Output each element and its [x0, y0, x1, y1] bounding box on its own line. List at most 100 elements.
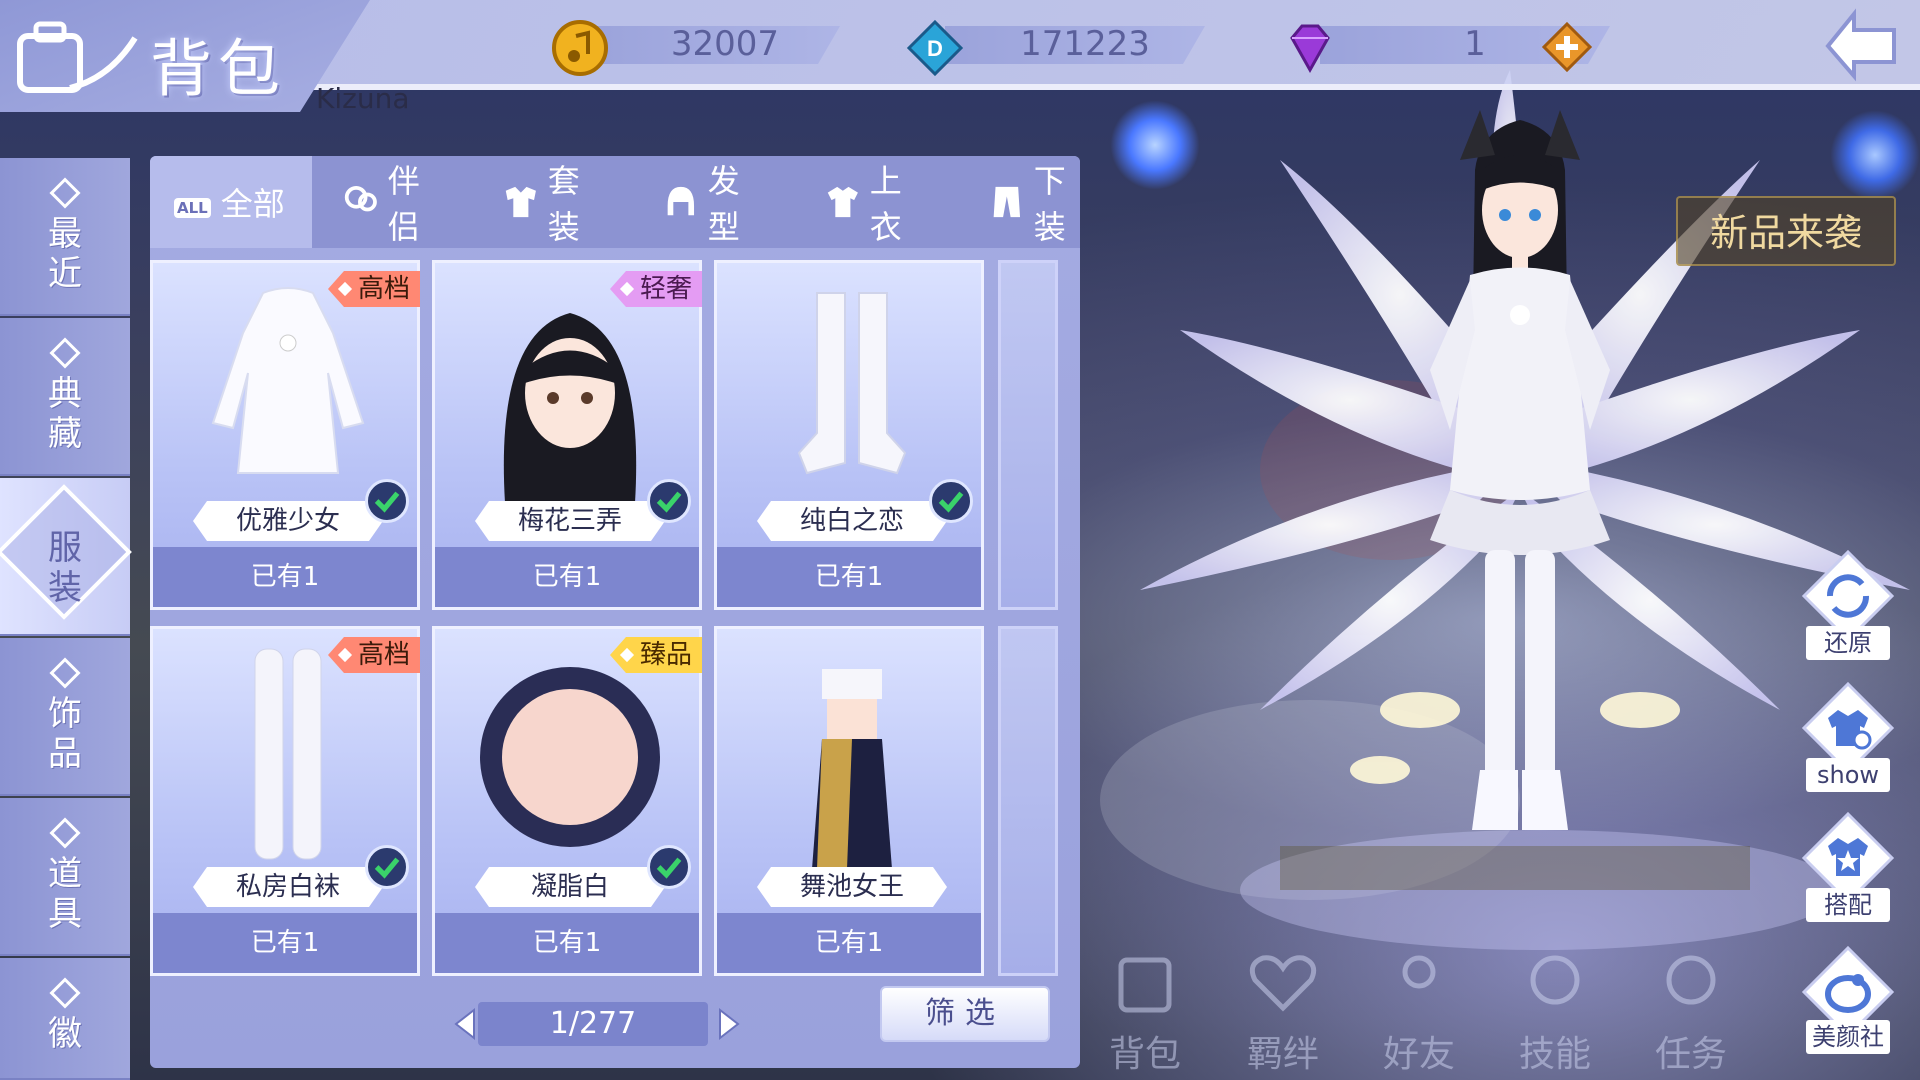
- currency-gems[interactable]: 1: [1280, 18, 1610, 74]
- inventory-panel: ALL 全部 伴侣 套装 发型 上衣 下装 高档 优雅少女 已有1 轻奢 梅花三…: [150, 156, 1080, 1068]
- coin-amount: 32007: [670, 24, 780, 64]
- character-body: [1430, 110, 1610, 830]
- equipped-check-icon: [647, 479, 691, 523]
- tab-label: 上衣: [869, 162, 902, 246]
- sidebar-item-props[interactable]: 道具: [0, 798, 130, 956]
- owned-count: 已有1: [717, 547, 981, 607]
- tab-bottom[interactable]: 下装: [964, 156, 1080, 248]
- tab-companion[interactable]: 伴侣: [318, 156, 448, 248]
- next-item-peek: [998, 626, 1058, 976]
- boots-thumbnail: [797, 292, 907, 475]
- friends-icon: [1402, 955, 1436, 989]
- item-card[interactable]: 舞池女王 已有1: [714, 626, 984, 976]
- tab-label: 发型: [707, 162, 740, 246]
- bottom-nav-label: 羁绊: [1246, 1034, 1319, 1075]
- sidebar-item-label: 徽: [48, 1014, 82, 1054]
- skin-tone-thumbnail: [480, 667, 660, 847]
- suit-icon: [505, 186, 536, 218]
- rarity-tag: 臻品: [609, 637, 702, 673]
- owned-count: 已有1: [153, 547, 417, 607]
- tab-all[interactable]: ALL 全部: [150, 156, 312, 248]
- diamond-icon: [49, 977, 81, 1009]
- bottom-nav-label: 好友: [1382, 1034, 1455, 1075]
- sidebar-item-label: 饰品: [48, 694, 82, 774]
- bottom-nav-label: 背包: [1108, 1034, 1181, 1075]
- svg-text:D: D: [927, 36, 943, 61]
- sidebar-item-clothing[interactable]: 服装: [0, 478, 132, 636]
- diamond-icon: [49, 657, 81, 689]
- dress-thumbnail: [211, 287, 365, 474]
- item-card[interactable]: 纯白之恋 已有1: [714, 260, 984, 610]
- bottom-nav-label: 任务: [1654, 1034, 1727, 1075]
- currency-coins[interactable]: 32007: [550, 18, 850, 76]
- next-item-peek: [998, 260, 1058, 610]
- item-name: 优雅少女: [193, 501, 383, 541]
- equipped-check-icon: [365, 479, 409, 523]
- pants-icon: [993, 186, 1021, 218]
- tab-bar: ALL 全部 伴侣 套装 发型 上衣 下装: [150, 156, 1080, 248]
- sidebar-item-label: 服装: [48, 528, 82, 608]
- equipped-check-icon: [647, 845, 691, 889]
- sidebar-item-collection[interactable]: 典藏: [0, 318, 130, 476]
- hairstyle-icon: [667, 186, 695, 216]
- tasks-icon: [1666, 955, 1716, 1005]
- purple-gem-icon: [1290, 24, 1330, 74]
- equipped-check-icon: [365, 845, 409, 889]
- item-name: 舞池女王: [757, 867, 947, 907]
- tab-label: 下装: [1033, 162, 1066, 246]
- bottom-nav-tasks[interactable]: 任务: [1636, 946, 1746, 1075]
- item-name: 梅花三弄: [475, 501, 665, 541]
- bottom-nav-bond[interactable]: 羁绊: [1228, 946, 1338, 1075]
- sidebar-item-label: 道具: [48, 854, 82, 934]
- player-name: Kizuna: [316, 82, 410, 115]
- item-card[interactable]: 高档 私房白袜 已有1: [150, 626, 420, 976]
- sidebar-item-badges[interactable]: 徽: [0, 958, 130, 1080]
- sidebar-item-recent[interactable]: 最近: [0, 158, 130, 316]
- owned-count: 已有1: [153, 913, 417, 973]
- page-title: 背包: [150, 32, 287, 105]
- add-currency-icon[interactable]: [1542, 22, 1592, 72]
- bottom-nav-friends[interactable]: 好友: [1364, 946, 1474, 1075]
- bottom-nav-bag[interactable]: 背包: [1090, 946, 1200, 1075]
- heart-icon: [1249, 955, 1317, 1012]
- owned-count: 已有1: [435, 913, 699, 973]
- diamond-icon: [49, 177, 81, 209]
- currency-diamonds[interactable]: D 171223: [905, 18, 1205, 77]
- item-name: 凝脂白: [475, 867, 665, 907]
- sidebar-item-accessories[interactable]: 饰品: [0, 638, 130, 796]
- filter-button[interactable]: 筛选: [880, 986, 1050, 1042]
- next-page-button[interactable]: [706, 1004, 746, 1044]
- show-button[interactable]: show: [1796, 680, 1900, 792]
- item-card[interactable]: 高档 优雅少女 已有1: [150, 260, 420, 610]
- beauty-club-button[interactable]: 美颜社: [1796, 944, 1900, 1064]
- diamond-amount: 171223: [1020, 24, 1150, 64]
- new-arrival-banner[interactable]: 新品来袭: [1676, 196, 1896, 266]
- page-number: 1/277: [549, 1006, 637, 1041]
- outfit-match-button[interactable]: 搭配: [1796, 810, 1900, 930]
- rarity-tag: 轻奢: [609, 271, 702, 307]
- diamond-icon: [49, 337, 81, 369]
- bag-icon: [1118, 957, 1172, 1013]
- tab-label: 伴侣: [387, 162, 420, 246]
- music-note-coin-icon: [552, 20, 608, 76]
- tab-suit[interactable]: 套装: [478, 156, 608, 248]
- tab-top[interactable]: 上衣: [800, 156, 930, 248]
- diamond-d-coin-icon: D: [906, 19, 964, 77]
- owned-count: 已有1: [435, 547, 699, 607]
- diamond-icon: [49, 817, 81, 849]
- back-button[interactable]: [1824, 6, 1912, 82]
- tab-hairstyle[interactable]: 发型: [638, 156, 768, 248]
- all-badge: ALL: [174, 198, 211, 218]
- dance-outfit-thumbnail: [812, 669, 892, 869]
- restore-button[interactable]: 还原: [1796, 548, 1900, 678]
- bottom-nav-skills[interactable]: 技能: [1500, 946, 1610, 1075]
- item-card[interactable]: 轻奢 梅花三弄 已有1: [432, 260, 702, 610]
- skills-icon: [1530, 955, 1580, 1005]
- beauty-club-label: 美颜社: [1806, 1020, 1890, 1054]
- companion-icon: [344, 185, 377, 212]
- equipped-check-icon: [929, 479, 973, 523]
- outfit-match-label: 搭配: [1806, 888, 1890, 922]
- item-card[interactable]: 臻品 凝脂白 已有1: [432, 626, 702, 976]
- bottom-nav-label: 技能: [1518, 1034, 1591, 1075]
- tab-label: 套装: [547, 162, 580, 246]
